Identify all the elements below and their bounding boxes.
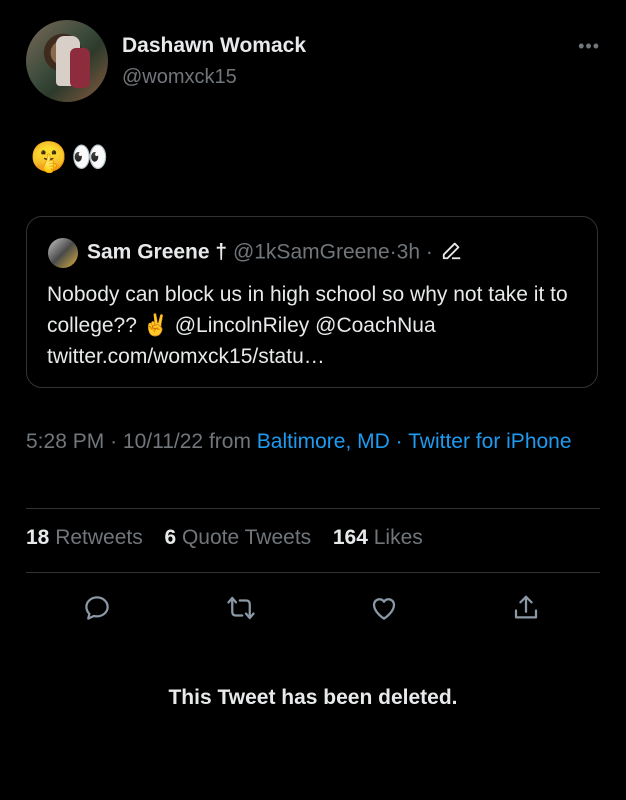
tweet-date[interactable]: 10/11/22 [123,430,203,453]
more-options-icon[interactable]: ••• [578,36,600,57]
from-label: from [208,430,251,453]
tweet-header: Dashawn Womack @womxck15 ••• [26,18,600,104]
tweet-url[interactable]: twitter.com/womxck15/statu… [47,345,325,368]
retweets-label: Retweets [55,526,143,549]
quote-tweets-stat[interactable]: 6 Quote Tweets [164,526,311,549]
tweet-meta: 5:28 PM · 10/11/22 from Baltimore, MD · … [26,426,596,458]
quoted-author-handle[interactable]: @1kSamGreene [233,241,390,264]
action-bar [0,590,626,626]
mention-link[interactable]: @LincolnRiley [175,314,310,337]
separator: · [389,240,397,264]
retweets-count: 18 [26,526,50,549]
location-link[interactable]: Baltimore, MD [257,430,390,453]
separator: · [110,430,118,453]
share-icon [514,595,538,619]
author-name[interactable]: Dashawn Womack [122,34,306,58]
quotes-count: 6 [164,526,177,549]
quoted-tweet-header: Sam Greene † @1kSamGreene·3h · [87,239,463,267]
quoted-author-name[interactable]: Sam Greene † [87,241,227,264]
like-icon [372,598,396,620]
source-link[interactable]: Twitter for iPhone [408,430,571,453]
quotes-label: Quote Tweets [181,526,312,549]
reply-button[interactable] [79,590,115,626]
mention-link[interactable]: @CoachNua [315,314,436,337]
like-button[interactable] [366,590,402,626]
likes-count: 164 [332,526,368,549]
divider [26,572,600,573]
tweet-stats: 18 Retweets 6 Quote Tweets 164 Likes [26,526,423,550]
quoted-tweet-time: 3h [396,240,421,264]
likes-stat[interactable]: 164 Likes [333,526,423,549]
tweet-time[interactable]: 5:28 PM [26,430,104,453]
quoted-tweet-text: Nobody can block us in high school so wh… [47,279,587,372]
edit-icon [441,239,463,267]
author-avatar[interactable] [26,20,108,102]
likes-label: Likes [373,526,423,549]
separator: · [395,430,403,453]
retweet-button[interactable] [223,590,259,626]
separator: · [425,240,433,264]
deleted-tweet-notice: This Tweet has been deleted. [168,686,458,709]
quoted-tweet[interactable]: Sam Greene † @1kSamGreene·3h · Nobody ca… [26,216,598,388]
tweet-text: 🤫👀 [30,141,113,174]
author-handle[interactable]: @womxck15 [122,66,237,89]
share-button[interactable] [508,590,544,626]
reply-icon [85,596,109,620]
quoted-author-avatar[interactable] [48,238,78,268]
divider [26,508,600,509]
retweets-stat[interactable]: 18 Retweets [26,526,143,549]
retweet-icon [227,596,255,620]
